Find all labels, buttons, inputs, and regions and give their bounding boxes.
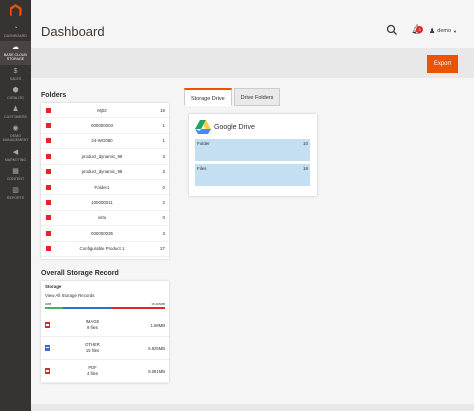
magento-logo[interactable]	[0, 0, 31, 22]
main-content: Dashboard 🔔︎ 3 ♟ demo ▼ Export Folders M…	[31, 0, 474, 411]
user-menu[interactable]: ♟ demo ▼	[429, 27, 457, 35]
sidebar-item-content[interactable]: ▦ CONTENT	[0, 165, 31, 184]
storage-usage-bar	[45, 307, 165, 309]
footer-bar	[31, 404, 474, 411]
list-item[interactable]: 000000003 1	[41, 118, 169, 134]
user-name: demo	[437, 28, 452, 34]
sidebar-item-label: REPORTS	[6, 196, 25, 201]
megaphone-icon: ◀	[12, 148, 19, 156]
usage-bar-scale: 0MB 15.496MB	[45, 302, 165, 306]
sidebar-item-dashboard[interactable]: ◔ DASHBOARD	[0, 22, 31, 41]
storage-type-row[interactable]: OTHER 15 files 5.925MB	[41, 337, 169, 360]
dashboard-icon: ◔	[13, 25, 18, 32]
search-icon[interactable]	[386, 24, 398, 36]
overall-storage-title: Overall Storage Record	[41, 270, 119, 277]
drive-name: Google Drive	[214, 123, 255, 131]
page-title: Dashboard	[41, 24, 105, 39]
dollar-icon: $	[13, 67, 18, 75]
cloud-storage-icon: ☁	[12, 44, 19, 52]
drive-stat-row: Files 18	[195, 164, 310, 186]
sidebar-item-label: SALES	[9, 76, 22, 81]
drive-stat-row: Folder 10	[195, 139, 310, 161]
folders-title: Folders	[41, 92, 67, 99]
google-drive-icon	[195, 120, 211, 134]
storage-type-row[interactable]: PDF 4 files 8.081MB	[41, 360, 169, 383]
list-item[interactable]: Folder1 0	[41, 180, 169, 196]
tab-drive-folders[interactable]: Drive Folders	[233, 88, 281, 106]
list-item[interactable]: Mj02 19	[41, 103, 169, 119]
sidebar-item-demo-management[interactable]: ◉ DEMO MANAGEMENT	[0, 122, 31, 145]
usage-bar-max: 15.496MB	[151, 302, 165, 306]
sidebar-item-base-cloud-storage[interactable]: ☁ BASE CLOUD STORAGE	[0, 41, 31, 65]
page-actions-toolbar	[31, 48, 474, 78]
sidebar-item-reports[interactable]: ▥ REPORTS	[0, 184, 31, 203]
sidebar-item-label: CATALOG	[7, 95, 24, 100]
notifications-count-badge: 3	[416, 26, 423, 33]
page-header: Dashboard 🔔︎ 3 ♟ demo ▼	[31, 0, 474, 48]
sidebar-item-catalog[interactable]: ⬢ CATALOG	[0, 84, 31, 103]
person-icon: ♟	[12, 106, 19, 114]
list-item[interactable]: product_dynamic_99 3	[41, 149, 169, 165]
usage-segment-other	[63, 307, 111, 309]
sidebar-item-label: CUSTOMERS	[4, 115, 27, 120]
bar-chart-icon: ▥	[12, 187, 19, 195]
tab-storage-drive[interactable]: Storage Drive	[184, 88, 232, 106]
list-item[interactable]: 100000011 2	[41, 195, 169, 211]
sidebar-item-label: MARKETING	[4, 157, 27, 162]
usage-segment-pdf	[111, 307, 165, 309]
sidebar-item-customers[interactable]: ♟ CUSTOMERS	[0, 103, 31, 122]
storage-record-panel: Storage View All Storage Records 0MB 15.…	[41, 281, 169, 383]
usage-bar-min: 0MB	[45, 302, 52, 306]
list-item[interactable]: product_dynamic_98 3	[41, 165, 169, 180]
storage-type-row[interactable]: IMAGE 9 files 1.68MB	[41, 314, 169, 337]
sidebar-item-label: DASHBOARD	[4, 34, 27, 38]
export-button[interactable]: Export	[427, 55, 458, 73]
user-avatar-icon: ♟	[429, 28, 436, 35]
content-icon: ▦	[12, 167, 19, 175]
list-item[interactable]: 24-WG080 1	[41, 134, 169, 150]
storage-label: Storage	[45, 284, 62, 289]
admin-sidebar: ◔ DASHBOARD ☁ BASE CLOUD STORAGE $ SALES…	[0, 0, 31, 411]
sidebar-item-marketing[interactable]: ◀ MARKETING	[0, 146, 31, 165]
cube-icon: ⬢	[12, 86, 19, 94]
chevron-down-icon: ▼	[453, 28, 458, 34]
view-all-storage-link[interactable]: View All Storage Records	[45, 293, 165, 298]
list-item[interactable]: Configurable Product 1 27	[41, 242, 169, 257]
folders-list: Mj02 19 000000003 1 24-WG080 1 product_d…	[41, 103, 169, 259]
list-item[interactable]: virtu 0	[41, 211, 169, 227]
google-drive-card: Google Drive Folder 10 Files 18	[189, 114, 317, 196]
usage-segment-image	[45, 307, 63, 309]
sidebar-item-label: BASE CLOUD STORAGE	[3, 53, 28, 62]
demo-icon: ◉	[12, 125, 19, 133]
drive-tabs: Storage Drive Drive Folders	[184, 88, 282, 106]
sidebar-item-sales[interactable]: $ SALES	[0, 65, 31, 84]
sidebar-item-label: DEMO MANAGEMENT	[2, 134, 29, 143]
list-item[interactable]: 000000035 3	[41, 226, 169, 242]
sidebar-item-label: CONTENT	[6, 176, 25, 181]
